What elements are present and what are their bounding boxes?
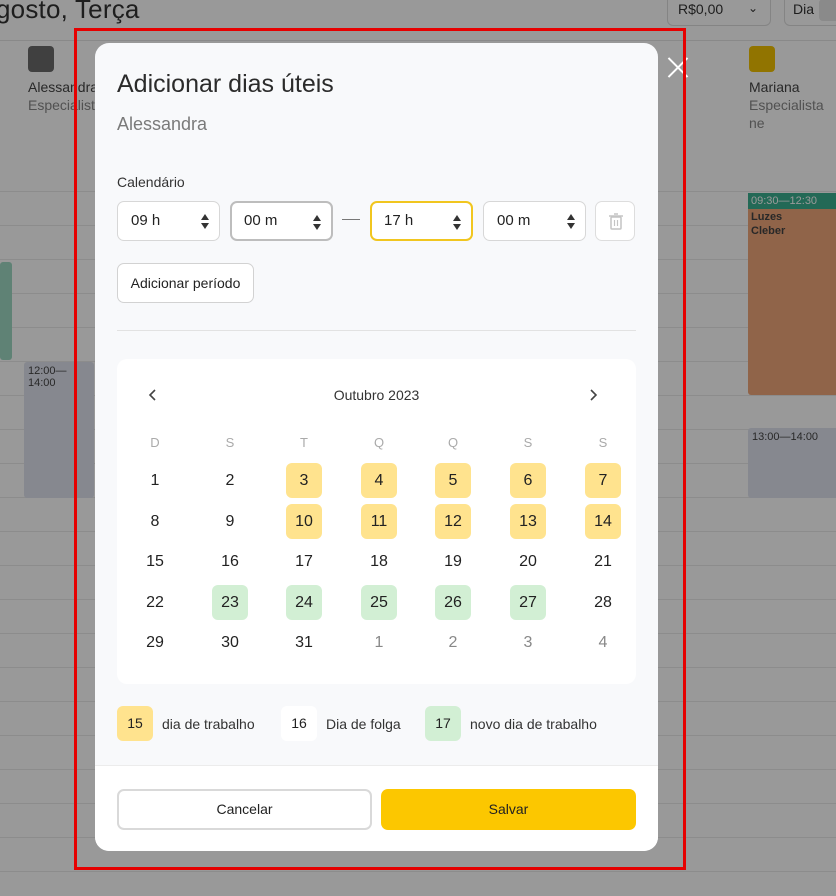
add-period-button[interactable]: Adicionar período <box>117 263 254 303</box>
calendar-day[interactable]: 4 <box>585 625 621 660</box>
select-arrows-icon <box>566 214 576 230</box>
calendar-day[interactable]: 21 <box>585 544 621 579</box>
calendar-day[interactable]: 5 <box>435 463 471 498</box>
legend-new-workday-label: novo dia de trabalho <box>470 716 597 732</box>
calendar-day[interactable]: 4 <box>361 463 397 498</box>
select-arrows-icon <box>452 215 462 231</box>
calendar-day[interactable]: 14 <box>585 503 621 539</box>
add-workdays-dialog: Adicionar dias úteis Alessandra Calendár… <box>95 43 658 851</box>
select-arrows-icon <box>312 215 322 231</box>
legend-dayoff-swatch: 16 <box>281 706 317 741</box>
calendar-day[interactable]: 27 <box>510 584 546 620</box>
calendar-day[interactable]: 2 <box>435 625 471 660</box>
legend-new-workday-swatch: 17 <box>425 706 461 741</box>
calendar-label: Calendário <box>117 174 185 190</box>
start-minute-select[interactable]: 00 m <box>230 201 333 241</box>
calendar-day[interactable]: 12 <box>435 503 471 539</box>
calendar-day[interactable]: 31 <box>286 625 322 660</box>
calendar-day[interactable]: 17 <box>286 544 322 579</box>
calendar-day[interactable]: 3 <box>286 463 322 498</box>
calendar-day[interactable]: 22 <box>137 585 173 620</box>
weekday-header: D <box>150 435 160 450</box>
calendar-day[interactable]: 7 <box>585 463 621 498</box>
dialog-footer: Cancelar Salvar <box>95 765 658 851</box>
divider <box>117 330 636 331</box>
calendar-day[interactable]: 30 <box>212 625 248 660</box>
calendar-day[interactable]: 1 <box>137 463 173 498</box>
close-icon[interactable] <box>665 54 691 80</box>
calendar-day[interactable]: 2 <box>212 463 248 498</box>
dialog-subtitle: Alessandra <box>117 114 208 134</box>
save-button[interactable]: Salvar <box>381 789 636 830</box>
legend-workday-swatch: 15 <box>117 706 153 741</box>
legend-dayoff-label: Dia de folga <box>326 716 401 732</box>
end-minute-value: 00 m <box>497 212 531 229</box>
weekday-header: S <box>523 435 533 450</box>
select-arrows-icon <box>200 214 210 230</box>
delete-period-button[interactable] <box>595 201 635 241</box>
legend-workday-label: dia de trabalho <box>162 716 255 732</box>
calendar-day[interactable]: 19 <box>435 544 471 579</box>
start-minute-value: 00 m <box>244 212 278 229</box>
start-hour-value: 09 h <box>131 212 161 229</box>
calendar-day[interactable]: 10 <box>286 503 322 539</box>
calendar-day[interactable]: 9 <box>212 504 248 539</box>
calendar-day[interactable]: 24 <box>286 584 322 620</box>
chevron-right-icon <box>590 389 598 401</box>
calendar-day[interactable]: 20 <box>510 544 546 579</box>
calendar-month: Outubro 2023 <box>333 387 420 403</box>
weekday-header: S <box>598 435 608 450</box>
calendar-day[interactable]: 23 <box>212 584 248 620</box>
end-hour-select[interactable]: 17 h <box>370 201 473 241</box>
calendar-day[interactable]: 8 <box>137 504 173 539</box>
weekday-header: Q <box>373 435 385 450</box>
next-month-button[interactable] <box>583 385 603 405</box>
calendar-day[interactable]: 15 <box>137 544 173 579</box>
calendar-day[interactable]: 13 <box>510 503 546 539</box>
weekday-header: T <box>300 435 308 450</box>
calendar-day[interactable]: 18 <box>361 544 397 579</box>
end-minute-select[interactable]: 00 m <box>483 201 586 241</box>
cancel-button[interactable]: Cancelar <box>117 789 372 830</box>
calendar-day[interactable]: 6 <box>510 463 546 498</box>
start-hour-select[interactable]: 09 h <box>117 201 220 241</box>
calendar-day[interactable]: 11 <box>361 503 397 539</box>
calendar-day[interactable]: 26 <box>435 584 471 620</box>
calendar-day[interactable]: 29 <box>137 625 173 660</box>
calendar-day[interactable]: 25 <box>361 584 397 620</box>
calendar: Outubro 2023 DSTQQSS 1 2 3 4 5 6 7 8 9 10 11 12 13 14… <box>117 359 636 684</box>
calendar-day[interactable]: 28 <box>585 585 621 620</box>
dialog-title: Adicionar dias úteis <box>117 70 334 98</box>
calendar-day[interactable]: 3 <box>510 625 546 660</box>
calendar-day[interactable]: 16 <box>212 544 248 579</box>
trash-icon <box>609 213 623 230</box>
weekday-header: S <box>225 435 235 450</box>
calendar-day[interactable]: 1 <box>361 625 397 660</box>
weekday-header: Q <box>447 435 459 450</box>
range-dash <box>342 219 360 220</box>
end-hour-value: 17 h <box>384 212 414 229</box>
